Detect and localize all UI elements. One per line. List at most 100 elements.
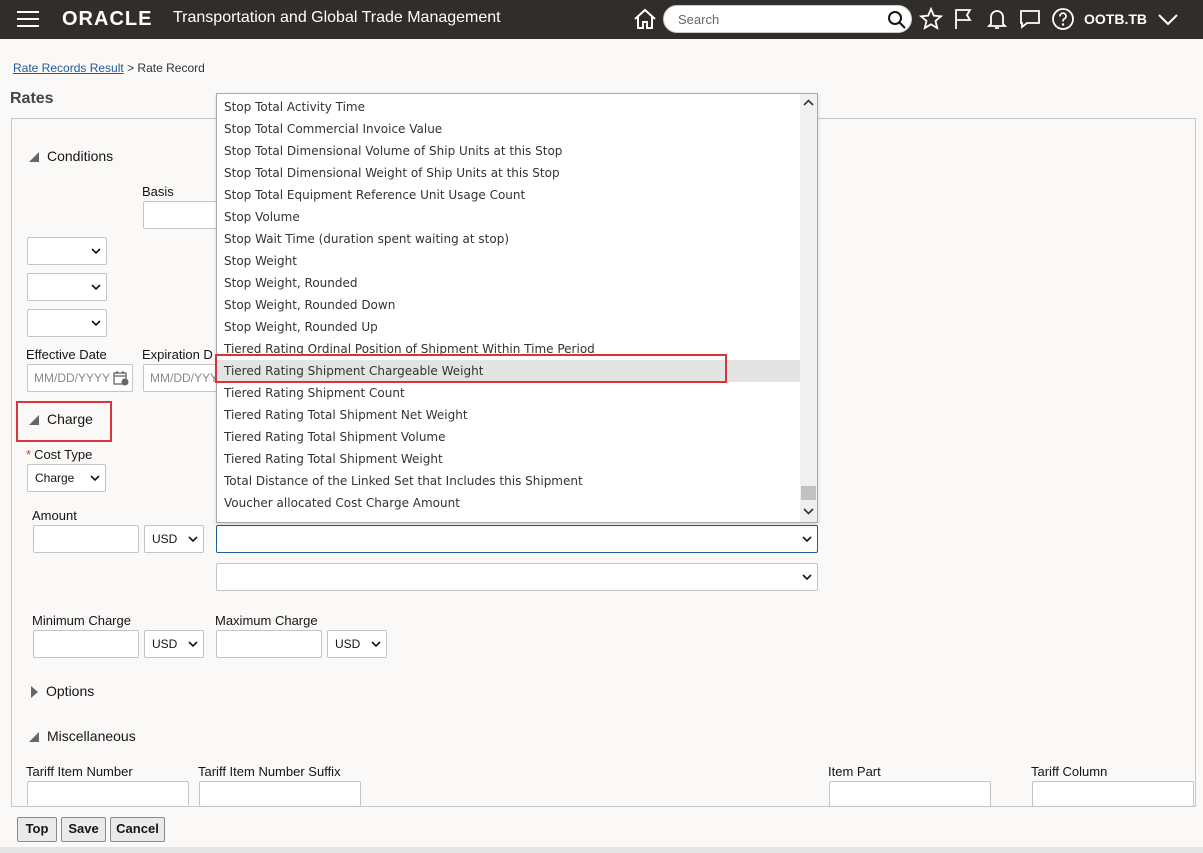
dropdown-item[interactable]: Tiered Rating Total Shipment Net Weight xyxy=(217,404,800,426)
home-icon[interactable] xyxy=(632,7,658,31)
dropdown-item[interactable]: Stop Total Dimensional Volume of Ship Un… xyxy=(217,140,800,162)
dropdown-item[interactable]: Stop Wait Time (duration spent waiting a… xyxy=(217,228,800,250)
notifications-bell-icon[interactable] xyxy=(985,7,1009,31)
item-part-input[interactable] xyxy=(829,781,991,807)
dropdown-item[interactable]: Voucher allocated Cost Charge Amount xyxy=(217,492,800,514)
flag-icon[interactable] xyxy=(952,7,976,31)
item-highlight-box xyxy=(215,354,727,383)
chevron-down-icon xyxy=(90,475,100,482)
oracle-logo: ORACLE xyxy=(62,8,153,30)
tariff-item-number-input[interactable] xyxy=(27,781,189,807)
chevron-down-icon xyxy=(91,248,101,255)
tariff-item-suffix-label: Tariff Item Number Suffix xyxy=(198,764,341,779)
section-options-header[interactable]: Options xyxy=(31,683,94,699)
dropdown-item[interactable]: Tiered Rating Total Shipment Volume xyxy=(217,426,800,448)
help-icon[interactable] xyxy=(1051,7,1075,31)
condition-select-1[interactable] xyxy=(27,237,107,265)
date-placeholder: MM/DD/YYYY xyxy=(34,371,111,385)
dropdown-item[interactable]: Stop Total Commercial Invoice Value xyxy=(217,118,800,140)
chevron-down-icon xyxy=(802,536,812,543)
expanded-triangle-icon xyxy=(29,415,39,426)
cancel-button[interactable]: Cancel xyxy=(110,817,165,842)
dropdown-item[interactable]: Tiered Rating Shipment Count xyxy=(217,382,800,404)
section-conditions-header[interactable]: Conditions xyxy=(29,148,113,164)
dropdown-item[interactable]: Stop Total Dimensional Weight of Ship Un… xyxy=(217,162,800,184)
tariff-item-suffix-input[interactable] xyxy=(199,781,361,807)
basis-input[interactable] xyxy=(143,201,223,229)
dropdown-item[interactable]: Total Distance of the Linked Set that In… xyxy=(217,470,800,492)
section-charge-header[interactable]: Charge xyxy=(29,411,93,427)
maximum-charge-label: Maximum Charge xyxy=(215,613,318,628)
expiration-date-input[interactable]: MM/DD/YYY xyxy=(143,364,223,392)
dropdown-item[interactable]: Stop Total Equipment Reference Unit Usag… xyxy=(217,184,800,206)
section-label: Conditions xyxy=(47,148,114,164)
secondary-basis-select[interactable] xyxy=(216,563,818,591)
condition-select-3[interactable] xyxy=(27,309,107,337)
chevron-down-icon[interactable] xyxy=(1157,10,1179,28)
save-button[interactable]: Save xyxy=(61,817,106,842)
minimum-currency-select[interactable]: USD xyxy=(144,630,204,658)
scrollbar-thumb[interactable] xyxy=(801,486,816,500)
user-name[interactable]: OOTB.TB xyxy=(1084,11,1147,27)
search-box[interactable] xyxy=(663,5,912,33)
expiration-date-label: Expiration D xyxy=(142,347,213,362)
effective-date-input[interactable]: MM/DD/YYYY xyxy=(27,364,133,392)
tariff-column-input[interactable] xyxy=(1032,781,1194,807)
search-icon[interactable] xyxy=(887,10,907,30)
breadcrumb-current: Rate Record xyxy=(137,61,205,75)
amount-input[interactable] xyxy=(33,525,139,553)
dropdown-item[interactable]: Stop Total Activity Time xyxy=(217,96,800,118)
search-input[interactable] xyxy=(676,9,886,29)
dropdown-item[interactable]: Stop Weight, Rounded Down xyxy=(217,294,800,316)
dropdown-item[interactable]: Stop Volume xyxy=(217,206,800,228)
chevron-down-icon xyxy=(91,284,101,291)
page-title: Rates xyxy=(10,90,54,107)
maximum-charge-input[interactable] xyxy=(216,630,322,658)
chevron-down-icon xyxy=(91,320,101,327)
minimum-charge-label: Minimum Charge xyxy=(32,613,131,628)
dropdown-item[interactable]: Stop Weight xyxy=(217,250,800,272)
amount-currency-select[interactable]: USD xyxy=(144,525,204,553)
cost-type-value: Charge xyxy=(35,471,75,485)
section-label: Miscellaneous xyxy=(47,728,136,744)
menu-icon[interactable] xyxy=(17,11,39,27)
chevron-down-icon xyxy=(188,536,198,543)
favorites-star-icon[interactable] xyxy=(919,7,943,31)
section-label: Options xyxy=(46,683,95,699)
breadcrumb-separator: > xyxy=(127,61,135,75)
maximum-currency-select[interactable]: USD xyxy=(327,630,387,658)
top-bar: ORACLE Transportation and Global Trade M… xyxy=(0,0,1203,39)
required-asterisk: * xyxy=(26,447,32,462)
basis-label: Basis xyxy=(142,184,174,199)
scroll-up-icon[interactable] xyxy=(803,98,814,108)
collapsed-triangle-icon xyxy=(31,686,38,699)
currency-value: USD xyxy=(335,637,361,651)
condition-select-2[interactable] xyxy=(27,273,107,301)
dropdown-scrollbar[interactable] xyxy=(800,94,817,522)
amount-label: Amount xyxy=(32,508,77,523)
bottom-bar xyxy=(0,847,1203,853)
currency-value: USD xyxy=(152,637,178,651)
section-miscellaneous-header[interactable]: Miscellaneous xyxy=(29,728,136,744)
breadcrumb: Rate Records Result > Rate Record xyxy=(13,61,205,75)
rate-basis-dropdown-list[interactable]: Stop Total Activity Time Stop Total Comm… xyxy=(216,93,818,523)
breadcrumb-link-rate-records-result[interactable]: Rate Records Result xyxy=(13,61,124,75)
calendar-icon[interactable] xyxy=(113,370,129,386)
currency-value: USD xyxy=(152,532,178,546)
section-label: Charge xyxy=(47,411,93,427)
rate-basis-select[interactable] xyxy=(216,525,818,553)
top-button[interactable]: Top xyxy=(17,817,57,842)
chevron-down-icon xyxy=(371,641,381,648)
dropdown-item[interactable]: Stop Weight, Rounded Up xyxy=(217,316,800,338)
tariff-column-label: Tariff Column xyxy=(1031,764,1108,779)
scroll-down-icon[interactable] xyxy=(803,506,814,516)
date-placeholder: MM/DD/YYY xyxy=(150,371,219,385)
dropdown-item[interactable]: Stop Weight, Rounded xyxy=(217,272,800,294)
cost-type-select[interactable]: Charge xyxy=(27,464,106,492)
item-part-label: Item Part xyxy=(828,764,881,779)
expanded-triangle-icon xyxy=(29,732,39,743)
minimum-charge-input[interactable] xyxy=(33,630,139,658)
tariff-item-number-label: Tariff Item Number xyxy=(26,764,133,779)
dropdown-item[interactable]: Tiered Rating Total Shipment Weight xyxy=(217,448,800,470)
chat-icon[interactable] xyxy=(1018,7,1042,31)
